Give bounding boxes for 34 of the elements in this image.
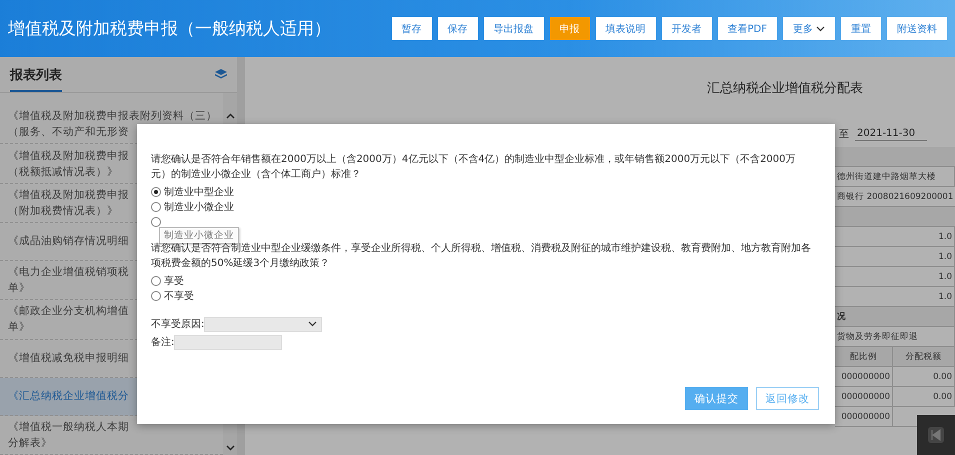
toolbar-button[interactable]: 重置 (841, 17, 881, 40)
toolbar-button[interactable]: 填表说明 (596, 17, 656, 40)
chevron-down-icon (308, 321, 318, 327)
toolbar-button[interactable]: 导出报盘 (484, 17, 544, 40)
floating-widget[interactable] (917, 415, 955, 455)
period-label: 至 (839, 128, 849, 141)
toolbar-button[interactable]: 开发者 (662, 17, 712, 40)
radio-option[interactable]: 享受 (151, 273, 184, 288)
radio-button[interactable] (151, 216, 161, 226)
sidebar-title: 报表列表 (10, 58, 62, 92)
remark-field[interactable] (174, 334, 282, 350)
tooltip: 制造业小微企业 (159, 227, 239, 244)
radio-option[interactable]: 不享受 (151, 288, 194, 303)
layers-icon[interactable] (215, 69, 227, 80)
radio-button[interactable] (151, 276, 161, 286)
report-title: 汇总纳税企业增值税分配表 (706, 80, 864, 98)
column-header: 分配税额 (893, 347, 955, 366)
chevron-down-icon (816, 26, 825, 32)
radio-button[interactable] (151, 186, 161, 196)
table-cell: 0.00 (893, 387, 955, 406)
radio-button[interactable] (151, 290, 161, 300)
scroll-up-icon[interactable] (226, 113, 234, 119)
scroll-down-icon[interactable] (226, 445, 234, 451)
toolbar-button[interactable]: 保存 (438, 17, 478, 40)
table-cell: 0.00 (893, 367, 955, 386)
toolbar-button[interactable]: 暂存 (392, 17, 432, 40)
toolbar-button[interactable]: 查看PDF (718, 17, 777, 40)
play-back-icon (927, 426, 945, 444)
radio-button[interactable] (151, 202, 161, 212)
more-dropdown[interactable]: 更多 (783, 17, 835, 40)
period-end-field[interactable]: 2021-11-30 (855, 128, 928, 140)
toolbar-button[interactable]: 附送资料 (887, 17, 947, 40)
field-label: 不享受原因: (151, 318, 204, 331)
page-title: 增值税及附加税费申报（一般纳税人适用） (8, 18, 332, 40)
